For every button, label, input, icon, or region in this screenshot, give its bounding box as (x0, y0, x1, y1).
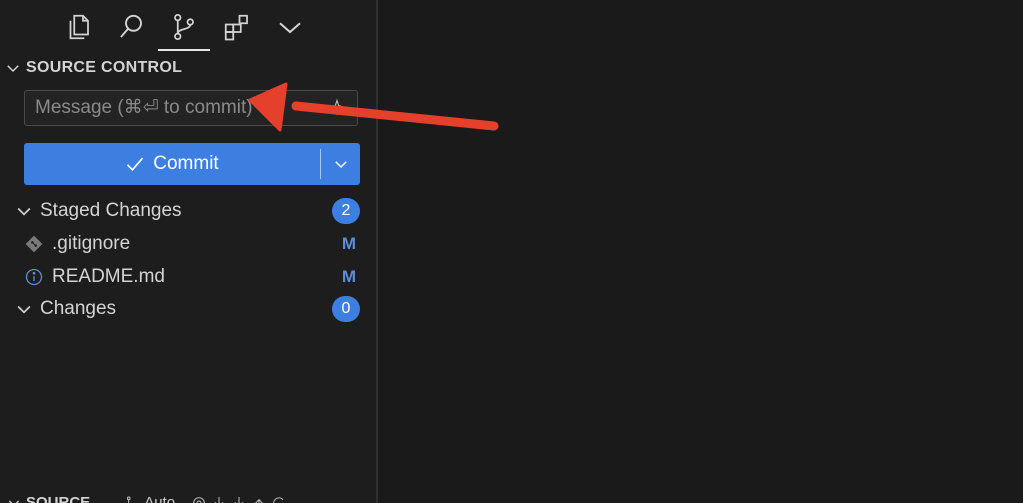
fetch-icon[interactable] (211, 495, 227, 503)
target-icon[interactable] (191, 495, 207, 503)
staged-changes-group[interactable]: Staged Changes 2 (14, 196, 360, 226)
staged-changes-label: Staged Changes (40, 200, 182, 221)
tab-source-control[interactable] (158, 4, 210, 51)
chevron-down-icon (8, 500, 20, 503)
file-row-gitignore[interactable]: .gitignore M (24, 229, 360, 259)
file-name: README.md (52, 266, 165, 287)
pull-icon[interactable] (231, 495, 247, 503)
branch-icon[interactable] (124, 495, 140, 503)
changes-count-badge: 0 (332, 296, 360, 322)
source-control-sidebar: SOURCE CONTROL Commit (0, 0, 376, 503)
commit-dropdown-button[interactable] (321, 143, 360, 185)
staged-count-badge: 2 (332, 198, 360, 224)
tab-explorer[interactable] (52, 4, 104, 50)
changes-group[interactable]: Changes 0 (14, 294, 360, 324)
source-control-header[interactable]: SOURCE CONTROL (4, 57, 182, 79)
activity-tabs (52, 4, 317, 51)
commit-button-group: Commit (24, 143, 360, 185)
chevron-down-icon (17, 305, 31, 314)
section-title: SOURCE CONTROL (26, 59, 183, 76)
editor-area (378, 0, 1023, 503)
chevron-down-icon (7, 65, 19, 73)
sparkle-icon[interactable] (327, 98, 347, 118)
files-icon (69, 14, 89, 40)
search-icon (120, 14, 142, 38)
chevron-down-icon (334, 161, 347, 169)
chevron-down-icon (279, 22, 301, 34)
bottom-section-title: SOURCE (26, 494, 91, 503)
commit-button-label: Commit (153, 153, 219, 174)
git-file-icon (25, 235, 43, 253)
auto-label[interactable]: Auto (144, 494, 175, 503)
chevron-down-icon (17, 207, 31, 216)
bottom-section-header: SOURCE Auto (0, 490, 376, 503)
file-status: M (341, 267, 356, 286)
tab-more-views[interactable] (264, 4, 316, 50)
extensions-icon (224, 14, 248, 41)
info-icon (25, 268, 43, 286)
commit-message-input[interactable] (25, 91, 315, 125)
refresh-icon[interactable] (271, 495, 287, 503)
commit-message-box (24, 90, 358, 126)
changes-label: Changes (40, 298, 117, 319)
check-icon (127, 157, 144, 172)
push-icon[interactable] (251, 495, 267, 503)
source-control-icon (174, 13, 194, 40)
file-row-readme[interactable]: README.md M (24, 262, 360, 292)
tab-search[interactable] (105, 4, 157, 50)
commit-button[interactable]: Commit (24, 143, 320, 185)
tab-extensions[interactable] (211, 4, 263, 50)
file-status: M (341, 234, 356, 253)
vscode-window: SOURCE CONTROL Commit (0, 0, 1023, 503)
file-name: .gitignore (52, 233, 131, 254)
